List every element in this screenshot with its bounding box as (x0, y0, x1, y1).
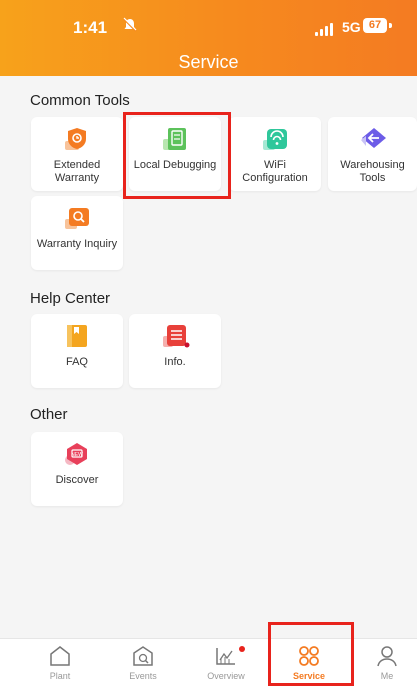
extended-warranty-icon (64, 127, 90, 151)
tab-plant[interactable]: Plant (25, 639, 95, 687)
info-icon (162, 324, 188, 348)
silent-bell-icon (122, 17, 138, 37)
highlight-service-tab (268, 622, 354, 686)
page-title: Service (0, 52, 417, 73)
tab-overview[interactable]: Overview (191, 639, 261, 687)
app-header: 1:41 5G 67 Service (0, 0, 417, 76)
battery-tip (389, 23, 392, 28)
tool-label: Warranty Inquiry (32, 238, 122, 251)
other-label: Discover (32, 474, 122, 487)
tool-label: Extended Warranty (32, 159, 122, 185)
tab-label: Me (357, 671, 417, 681)
help-info[interactable]: Info. (129, 314, 221, 388)
tab-label: Plant (25, 671, 95, 681)
wifi-icon (262, 127, 288, 151)
tool-label: Warehousing Tools (328, 159, 417, 185)
battery-icon: 67 (363, 18, 387, 33)
help-label: FAQ (32, 356, 122, 369)
tab-events[interactable]: Events (108, 639, 178, 687)
section-title-other: Other (30, 406, 68, 423)
tool-warehousing-tools[interactable]: Warehousing Tools (328, 117, 417, 191)
bottom-tab-bar: Plant Events Overview Service Me (0, 638, 417, 687)
help-faq[interactable]: FAQ (31, 314, 123, 388)
svg-text:NEW: NEW (71, 452, 83, 458)
overview-icon (214, 645, 238, 672)
section-title-help-center: Help Center (30, 290, 110, 307)
other-discover[interactable]: NEW Discover (31, 432, 123, 506)
tab-me[interactable]: Me (357, 639, 417, 687)
tool-wifi-configuration[interactable]: WiFi Configuration (229, 117, 321, 191)
tool-label: WiFi Configuration (230, 159, 320, 185)
help-label: Info. (130, 356, 220, 369)
tab-label: Events (108, 671, 178, 681)
tool-extended-warranty[interactable]: Extended Warranty (31, 117, 123, 191)
home-icon (48, 645, 72, 672)
section-title-common-tools: Common Tools (30, 92, 130, 109)
cellular-signal-icon (315, 22, 337, 36)
tool-warranty-inquiry[interactable]: Warranty Inquiry (31, 196, 123, 270)
notification-dot (239, 646, 245, 652)
tab-label: Overview (191, 671, 261, 681)
user-icon (375, 645, 399, 672)
network-type: 5G (342, 19, 361, 35)
status-time: 1:41 (73, 18, 107, 38)
faq-icon (64, 324, 90, 348)
discover-icon: NEW (64, 442, 90, 466)
warranty-inquiry-icon (64, 206, 90, 230)
highlight-local-debugging (123, 112, 231, 199)
warehousing-icon (360, 127, 386, 151)
events-icon (131, 645, 155, 672)
